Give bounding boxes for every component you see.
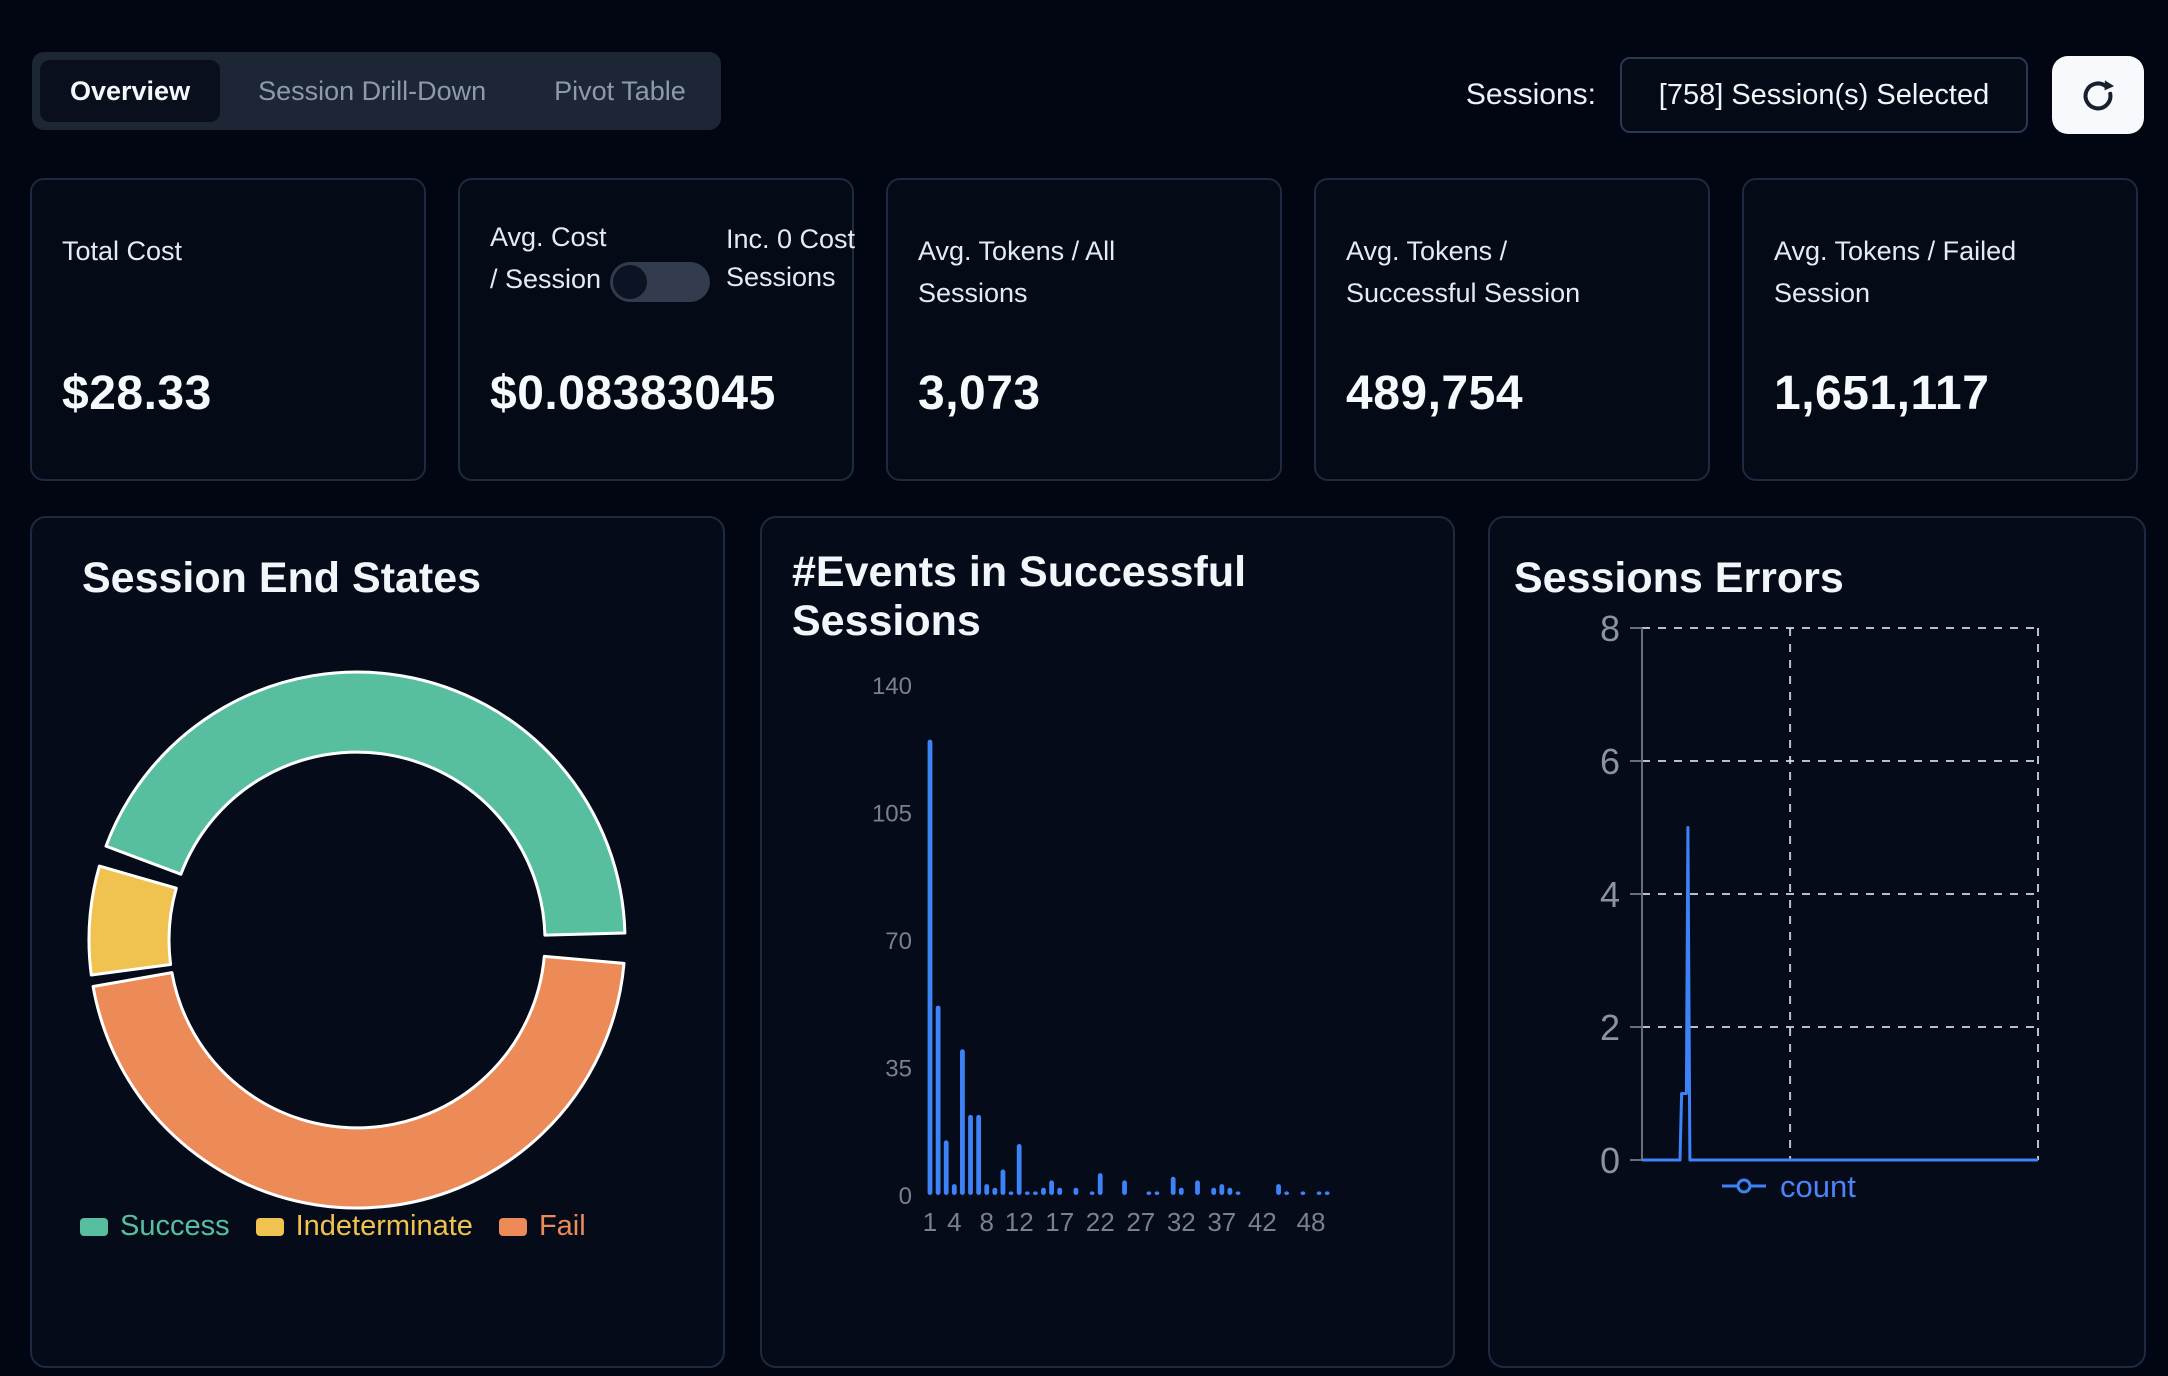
svg-text:22: 22 <box>1086 1207 1115 1237</box>
stat-card-avg-tokens-failed: Avg. Tokens / Failed Session 1,651,117 <box>1742 178 2138 481</box>
toggle-label: Inc. 0 Cost Sessions <box>726 220 866 296</box>
line-legend-count[interactable]: count <box>1722 1169 1856 1204</box>
pie-legend: Success Indeterminate Fail <box>80 1210 586 1243</box>
legend-swatch <box>256 1218 284 1236</box>
stat-card-avg-cost: Avg. Cost / Session Inc. 0 Cost Sessions… <box>458 178 854 481</box>
legend-swatch <box>80 1218 108 1236</box>
svg-text:32: 32 <box>1167 1207 1196 1237</box>
svg-text:140: 140 <box>872 673 912 700</box>
sessions-errors-chart[interactable]: 0 2 4 6 8 count <box>1490 518 2148 1370</box>
stat-label: Avg. Tokens / Failed Session <box>1774 230 2064 314</box>
stat-value: 1,651,117 <box>1774 366 1989 421</box>
stat-value: 3,073 <box>918 366 1041 421</box>
tab-pivot-table[interactable]: Pivot Table <box>524 60 716 122</box>
events-histogram-panel: #Events in Successful Sessions 035701051… <box>760 516 1455 1368</box>
svg-text:12: 12 <box>1005 1207 1034 1237</box>
svg-text:count: count <box>1780 1169 1856 1204</box>
svg-text:8: 8 <box>979 1207 993 1237</box>
pie-slice-fail[interactable] <box>93 956 624 1208</box>
stat-label: Total Cost <box>62 230 352 272</box>
stat-value: $28.33 <box>62 366 212 421</box>
svg-text:2: 2 <box>1600 1007 1620 1048</box>
svg-text:4: 4 <box>947 1207 961 1237</box>
stat-label: Avg. Tokens / Successful Session <box>1346 230 1636 314</box>
legend-item-fail[interactable]: Fail <box>499 1210 586 1243</box>
svg-text:4: 4 <box>1600 874 1620 915</box>
session-end-states-panel: Session End States SuccessIndeterminateF… <box>30 516 725 1368</box>
legend-item-success[interactable]: Success <box>80 1210 230 1243</box>
stat-label: Avg. Cost / Session <box>490 216 610 300</box>
stat-card-avg-tokens-all: Avg. Tokens / All Sessions 3,073 <box>886 178 1282 481</box>
pie-slice-indeterminate[interactable] <box>89 866 176 975</box>
svg-text:48: 48 <box>1297 1207 1326 1237</box>
sessions-errors-panel: Sessions Errors 02468count <box>1488 516 2146 1368</box>
sessions-label: Sessions: <box>1466 78 1596 112</box>
dashboard-page: Overview Session Drill-Down Pivot Table … <box>0 0 2168 1376</box>
svg-text:1: 1 <box>923 1207 937 1237</box>
svg-text:0: 0 <box>1600 1140 1620 1181</box>
legend-label: Success <box>120 1210 230 1243</box>
toggle-knob <box>613 265 647 299</box>
svg-text:70: 70 <box>885 928 912 955</box>
stat-card-total-cost: Total Cost $28.33 <box>30 178 426 481</box>
svg-text:105: 105 <box>872 801 912 828</box>
tab-bar: Overview Session Drill-Down Pivot Table <box>32 52 721 130</box>
svg-text:27: 27 <box>1126 1207 1155 1237</box>
refresh-button[interactable] <box>2052 56 2144 134</box>
include-zero-cost-toggle[interactable] <box>610 262 710 302</box>
stat-card-avg-tokens-success: Avg. Tokens / Successful Session 489,754 <box>1314 178 1710 481</box>
svg-text:42: 42 <box>1248 1207 1277 1237</box>
svg-text:0: 0 <box>899 1183 912 1210</box>
svg-text:6: 6 <box>1600 741 1620 782</box>
stat-value: 489,754 <box>1346 366 1523 421</box>
svg-text:37: 37 <box>1207 1207 1236 1237</box>
stat-label: Avg. Tokens / All Sessions <box>918 230 1208 314</box>
tab-overview[interactable]: Overview <box>40 60 220 122</box>
stat-value: $0.08383045 <box>490 366 776 421</box>
svg-text:8: 8 <box>1600 608 1620 649</box>
events-histogram-chart[interactable]: 035701051401481217222732374248 <box>762 518 1457 1370</box>
tab-session-drill-down[interactable]: Session Drill-Down <box>228 60 516 122</box>
legend-item-indeterminate[interactable]: Indeterminate <box>256 1210 473 1243</box>
sessions-header: Sessions: [758] Session(s) Selected <box>1466 52 2144 138</box>
sessions-select[interactable]: [758] Session(s) Selected <box>1620 57 2028 133</box>
legend-label: Fail <box>539 1210 586 1243</box>
svg-text:35: 35 <box>885 1056 912 1083</box>
sessions-select-value: [758] Session(s) Selected <box>1659 79 1989 112</box>
refresh-icon <box>2075 72 2121 118</box>
legend-swatch <box>499 1218 527 1236</box>
pie-slice-success[interactable] <box>106 672 625 935</box>
legend-label: Indeterminate <box>296 1210 473 1243</box>
svg-text:17: 17 <box>1045 1207 1074 1237</box>
